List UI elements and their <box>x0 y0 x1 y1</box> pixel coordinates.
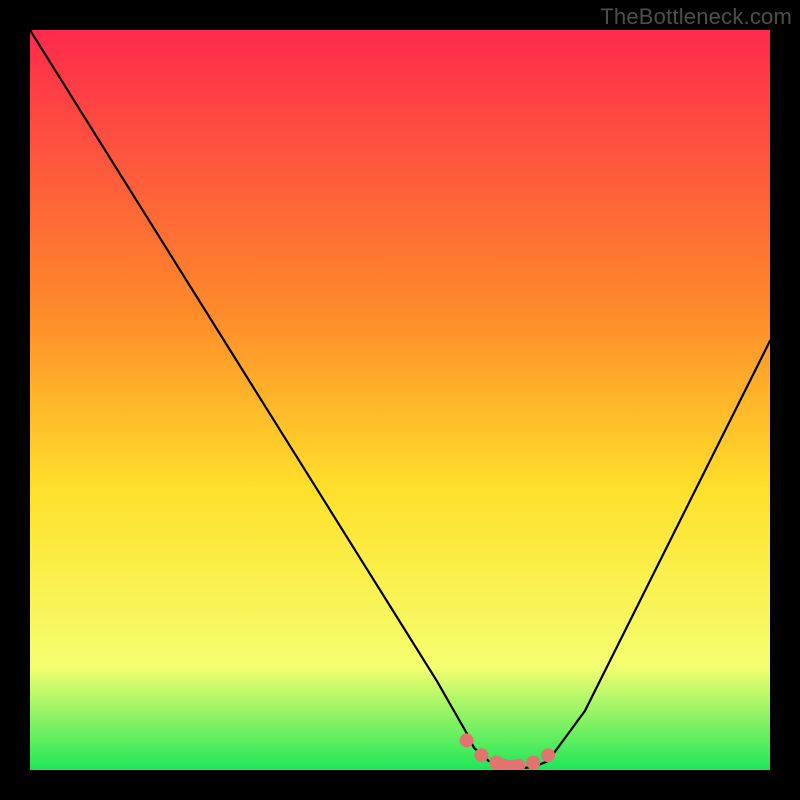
flat-dot <box>541 748 555 762</box>
flat-dot <box>474 748 488 762</box>
plot-area <box>30 30 770 770</box>
flat-dot <box>460 733 474 747</box>
gradient-background <box>30 30 770 770</box>
watermark-text: TheBottleneck.com <box>600 4 792 30</box>
chart-frame: TheBottleneck.com <box>0 0 800 800</box>
flat-dot <box>526 756 540 770</box>
chart-svg <box>30 30 770 770</box>
